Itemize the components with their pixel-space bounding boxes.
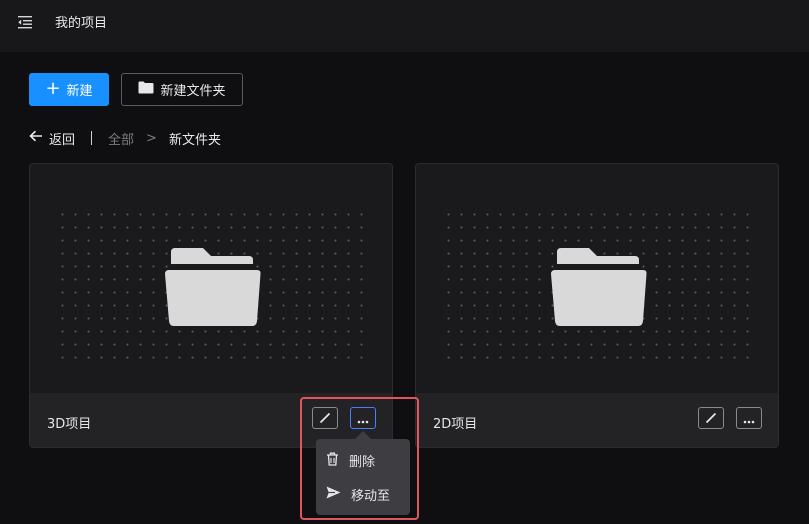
breadcrumb-current: 新文件夹 (168, 132, 221, 148)
more-dropdown-menu: 删除 移动至 (316, 439, 410, 515)
new-button-label: 新建 (66, 84, 93, 99)
breadcrumb: 返回 全部 > 新文件夹 (29, 129, 221, 148)
top-bar: 我的项目 (0, 0, 809, 52)
send-icon (326, 486, 341, 503)
new-folder-button-label: 新建文件夹 (160, 84, 226, 99)
menu-fold-icon[interactable] (17, 14, 33, 30)
project-card-2d[interactable]: 2D项目 (415, 163, 779, 448)
more-button[interactable] (350, 407, 376, 429)
breadcrumb-separator: > (146, 130, 157, 146)
menu-item-delete-label: 删除 (349, 455, 376, 470)
ellipsis-icon (357, 409, 369, 428)
back-link[interactable]: 返回 (29, 129, 75, 148)
menu-item-move-to-label: 移动至 (351, 489, 391, 504)
edit-icon (319, 409, 331, 428)
card-title: 3D项目 (47, 417, 92, 432)
menu-item-move-to[interactable]: 移动至 (326, 485, 390, 504)
breadcrumb-all[interactable]: 全部 (108, 129, 134, 148)
edit-icon (705, 409, 717, 428)
folder-icon (138, 81, 154, 98)
card-footer: 2D项目 (416, 393, 778, 447)
menu-item-delete[interactable]: 删除 (326, 451, 375, 470)
edit-button[interactable] (698, 407, 724, 429)
plus-icon: + (45, 77, 61, 99)
more-button[interactable] (736, 407, 762, 429)
ellipsis-icon (743, 409, 755, 428)
trash-icon (326, 452, 339, 470)
folder-icon (551, 248, 647, 326)
card-title: 2D项目 (433, 417, 478, 432)
new-button[interactable]: + 新建 (29, 73, 109, 106)
back-label: 返回 (49, 132, 76, 148)
page-title: 我的项目 (55, 16, 108, 31)
arrow-left-icon (29, 130, 43, 146)
breadcrumb-divider (91, 131, 93, 145)
new-folder-button[interactable]: 新建文件夹 (121, 73, 243, 106)
edit-button[interactable] (312, 407, 338, 429)
project-card-3d[interactable]: 3D项目 (29, 163, 393, 448)
dropdown-arrow (355, 431, 371, 439)
folder-icon (165, 248, 261, 326)
